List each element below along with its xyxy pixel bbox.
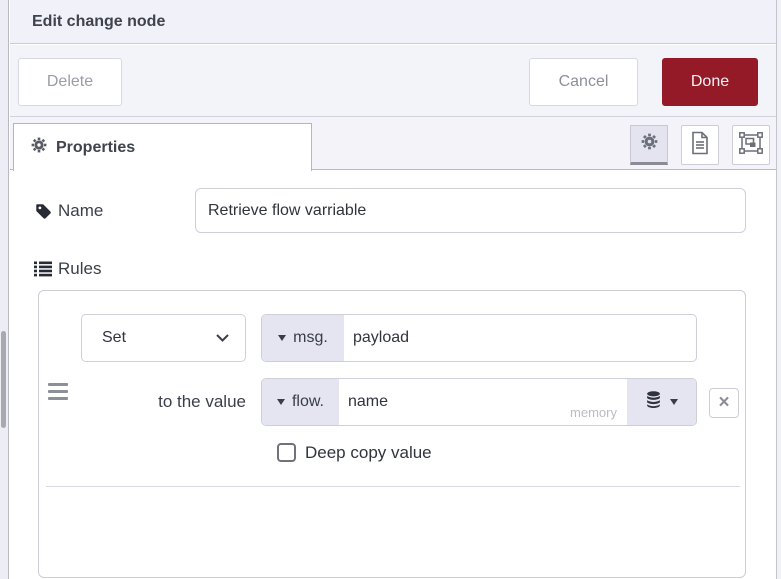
grip-icon[interactable] [48, 383, 68, 400]
value-type-label: flow. [291, 393, 324, 410]
cancel-button-label: Cancel [558, 73, 609, 90]
dialog-header: Edit change node [10, 0, 776, 44]
gear-icon [641, 133, 658, 155]
tab-properties[interactable]: Properties [13, 123, 312, 171]
list-icon [34, 261, 52, 282]
appearance-view-button[interactable] [732, 125, 770, 165]
done-button[interactable]: Done [662, 58, 758, 106]
context-store-button[interactable] [627, 379, 696, 425]
tag-icon [35, 203, 52, 225]
deep-copy-label: Deep copy value [305, 443, 432, 462]
property-value-text: payload [353, 329, 410, 346]
remove-rule-button[interactable]: × [709, 388, 739, 418]
value-value-text: name [348, 393, 389, 410]
appearance-icon [739, 131, 763, 159]
property-type-label: msg. [293, 329, 328, 346]
caret-down-icon [669, 399, 678, 405]
value-type-button[interactable]: flow. [262, 379, 339, 425]
context-store-hint: memory [570, 405, 617, 420]
close-icon: × [718, 392, 730, 413]
deep-copy-checkbox[interactable] [277, 443, 296, 462]
value-value-input[interactable]: name memory [339, 379, 627, 425]
tab-properties-label: Properties [56, 138, 136, 156]
rule-property-typedinput: msg. payload [261, 314, 697, 362]
description-view-button[interactable] [681, 125, 719, 165]
gear-icon [31, 137, 47, 158]
dialog-title: Edit change node [32, 13, 166, 30]
rule-value-typedinput: flow. name memory [261, 378, 697, 426]
cancel-button[interactable]: Cancel [529, 58, 638, 106]
doc-icon [690, 131, 710, 160]
chevron-down-icon [216, 334, 229, 342]
delete-button-label: Delete [46, 73, 94, 90]
property-value-input[interactable]: payload [344, 315, 696, 361]
properties-view-button[interactable] [630, 125, 668, 165]
delete-button[interactable]: Delete [18, 58, 122, 106]
rule-action-value: Set [102, 329, 127, 346]
name-label: Name [58, 201, 104, 220]
rules-label: Rules [58, 259, 102, 278]
property-type-button[interactable]: msg. [262, 315, 344, 361]
rule-divider [46, 486, 740, 487]
to-the-value-label: to the value [158, 392, 246, 411]
rule-action-select[interactable]: Set [81, 314, 246, 362]
caret-down-icon [278, 335, 287, 341]
name-input[interactable] [195, 188, 746, 233]
caret-down-icon [276, 399, 285, 405]
done-button-label: Done [690, 73, 730, 90]
workspace-edge [0, 0, 9, 579]
database-icon [646, 391, 661, 413]
tray-edge [777, 0, 781, 579]
left-scrollbar-handle[interactable] [1, 331, 6, 428]
